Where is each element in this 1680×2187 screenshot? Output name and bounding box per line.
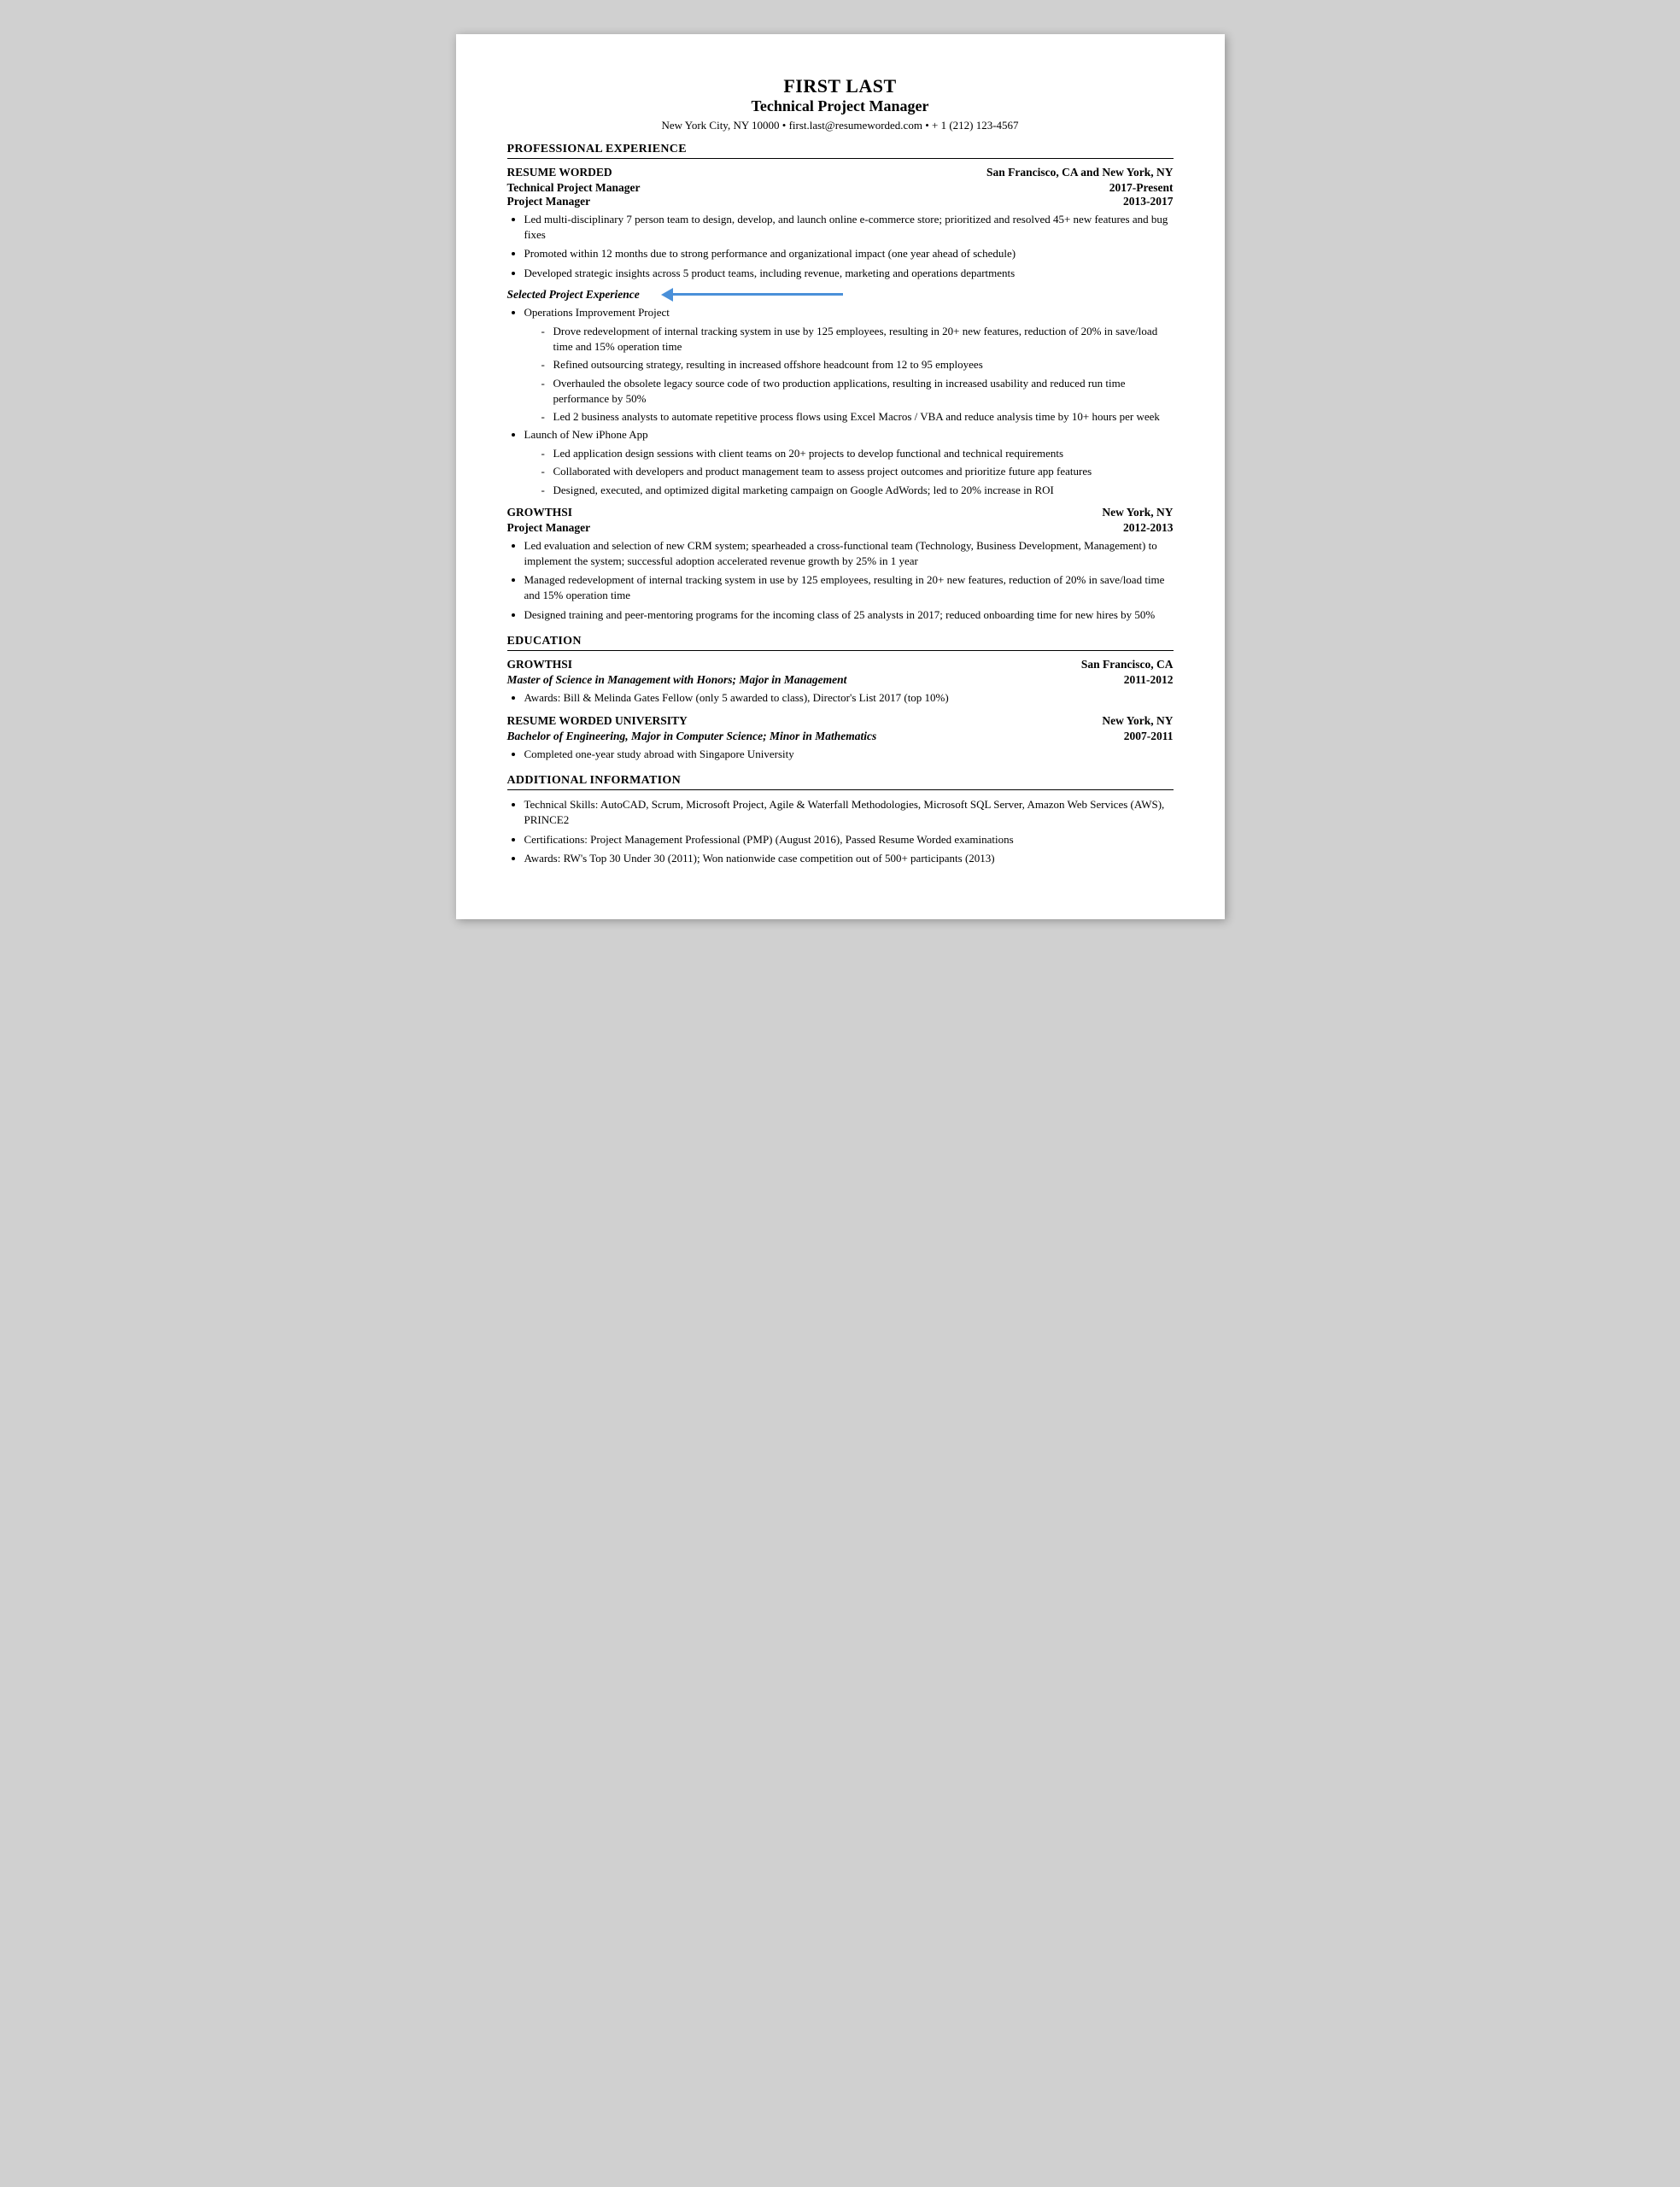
school-degree-row-2: Bachelor of Engineering, Major in Comput…: [507, 730, 1174, 743]
professional-experience-section: PROFESSIONAL EXPERIENCE RESUME WORDED Sa…: [507, 143, 1174, 623]
job-dates-rw-1: 2017-Present: [1109, 181, 1174, 195]
job-title-growthsi: Project Manager: [507, 521, 591, 535]
additional-info-heading: ADDITIONAL INFORMATION: [507, 774, 1174, 790]
bullet-item: Completed one-year study abroad with Sin…: [524, 747, 1174, 762]
resume-header: FIRST LAST Technical Project Manager New…: [507, 75, 1174, 132]
professional-experience-heading: PROFESSIONAL EXPERIENCE: [507, 143, 1174, 159]
sub-bullet: Refined outsourcing strategy, resulting …: [541, 357, 1174, 372]
candidate-contact: New York City, NY 10000 • first.last@res…: [507, 119, 1174, 132]
company-location-rw: San Francisco, CA and New York, NY: [986, 166, 1174, 179]
job-dates-rw-2: 2013-2017: [1123, 195, 1174, 208]
arrow-annotation: [661, 288, 843, 302]
additional-info-bullets: Technical Skills: AutoCAD, Scrum, Micros…: [524, 797, 1174, 866]
resume-page: FIRST LAST Technical Project Manager New…: [456, 34, 1225, 919]
job-header-growthsi: GROWTHSI New York, NY: [507, 506, 1174, 519]
sub-bullet: Drove redevelopment of internal tracking…: [541, 324, 1174, 355]
company-name-rw: RESUME WORDED: [507, 166, 612, 179]
additional-info-section: ADDITIONAL INFORMATION Technical Skills:…: [507, 774, 1174, 866]
sub-bullet: Designed, executed, and optimized digita…: [541, 483, 1174, 498]
candidate-title: Technical Project Manager: [507, 97, 1174, 115]
job-growthsi: GROWTHSI New York, NY Project Manager 20…: [507, 506, 1174, 623]
school-location-1: San Francisco, CA: [1081, 658, 1174, 671]
job-title-row-rw-1: Technical Project Manager 2017-Present: [507, 181, 1174, 195]
job-title-rw-1: Technical Project Manager: [507, 181, 641, 195]
job-dates-growthsi: 2012-2013: [1123, 521, 1174, 535]
job-resume-worded: RESUME WORDED San Francisco, CA and New …: [507, 166, 1174, 498]
candidate-name: FIRST LAST: [507, 75, 1174, 97]
bullet-item: Designed training and peer-mentoring pro…: [524, 607, 1174, 623]
bullet-item: Certifications: Project Management Profe…: [524, 832, 1174, 847]
job-bullets-growthsi: Led evaluation and selection of new CRM …: [524, 538, 1174, 623]
bullet-item: Developed strategic insights across 5 pr…: [524, 266, 1174, 281]
job-title-rw-2: Project Manager: [507, 195, 591, 208]
education-section: EDUCATION GROWTHSI San Francisco, CA Mas…: [507, 635, 1174, 762]
project-name-1: Operations Improvement Project: [524, 305, 1174, 320]
bullet-item: Awards: Bill & Melinda Gates Fellow (onl…: [524, 690, 1174, 706]
school-dates-1: 2011-2012: [1124, 673, 1174, 687]
bullet-item: Awards: RW's Top 30 Under 30 (2011); Won…: [524, 851, 1174, 866]
school-growthsi: GROWTHSI San Francisco, CA Master of Sci…: [507, 658, 1174, 706]
bullet-item: Promoted within 12 months due to strong …: [524, 246, 1174, 261]
school-bullets-1: Awards: Bill & Melinda Gates Fellow (onl…: [524, 690, 1174, 706]
project-name-2: Launch of New iPhone App: [524, 427, 1174, 443]
school-degree-2: Bachelor of Engineering, Major in Comput…: [507, 730, 877, 743]
school-bullets-2: Completed one-year study abroad with Sin…: [524, 747, 1174, 762]
arrow-head-icon: [661, 288, 673, 302]
education-heading: EDUCATION: [507, 635, 1174, 651]
school-name-2: RESUME WORDED UNIVERSITY: [507, 714, 688, 728]
school-location-2: New York, NY: [1102, 714, 1173, 728]
selected-project-row: Selected Project Experience: [507, 288, 1174, 302]
company-name-growthsi: GROWTHSI: [507, 506, 573, 519]
selected-project-label: Selected Project Experience: [507, 288, 640, 302]
school-dates-2: 2007-2011: [1124, 730, 1174, 743]
bullet-item: Technical Skills: AutoCAD, Scrum, Micros…: [524, 797, 1174, 828]
school-degree-1: Master of Science in Management with Hon…: [507, 673, 847, 687]
job-bullets-rw: Led multi-disciplinary 7 person team to …: [524, 212, 1174, 281]
project-list: Operations Improvement Project Drove red…: [524, 305, 1174, 498]
job-header-rw: RESUME WORDED San Francisco, CA and New …: [507, 166, 1174, 179]
school-header-2: RESUME WORDED UNIVERSITY New York, NY: [507, 714, 1174, 728]
project-sub-list-1: Drove redevelopment of internal tracking…: [541, 324, 1174, 425]
arrow-line: [672, 293, 843, 296]
project-sub-list-2: Led application design sessions with cli…: [541, 446, 1174, 498]
bullet-item: Led multi-disciplinary 7 person team to …: [524, 212, 1174, 243]
school-rwu: RESUME WORDED UNIVERSITY New York, NY Ba…: [507, 714, 1174, 762]
school-name-1: GROWTHSI: [507, 658, 573, 671]
sub-bullet: Led 2 business analysts to automate repe…: [541, 409, 1174, 425]
bullet-item: Managed redevelopment of internal tracki…: [524, 572, 1174, 603]
bullet-item: Led evaluation and selection of new CRM …: [524, 538, 1174, 569]
school-degree-row-1: Master of Science in Management with Hon…: [507, 673, 1174, 687]
school-header-1: GROWTHSI San Francisco, CA: [507, 658, 1174, 671]
sub-bullet: Collaborated with developers and product…: [541, 464, 1174, 479]
sub-bullet: Overhauled the obsolete legacy source co…: [541, 376, 1174, 407]
sub-bullet: Led application design sessions with cli…: [541, 446, 1174, 461]
job-title-row-growthsi: Project Manager 2012-2013: [507, 521, 1174, 535]
job-title-row-rw-2: Project Manager 2013-2017: [507, 195, 1174, 208]
company-location-growthsi: New York, NY: [1102, 506, 1173, 519]
